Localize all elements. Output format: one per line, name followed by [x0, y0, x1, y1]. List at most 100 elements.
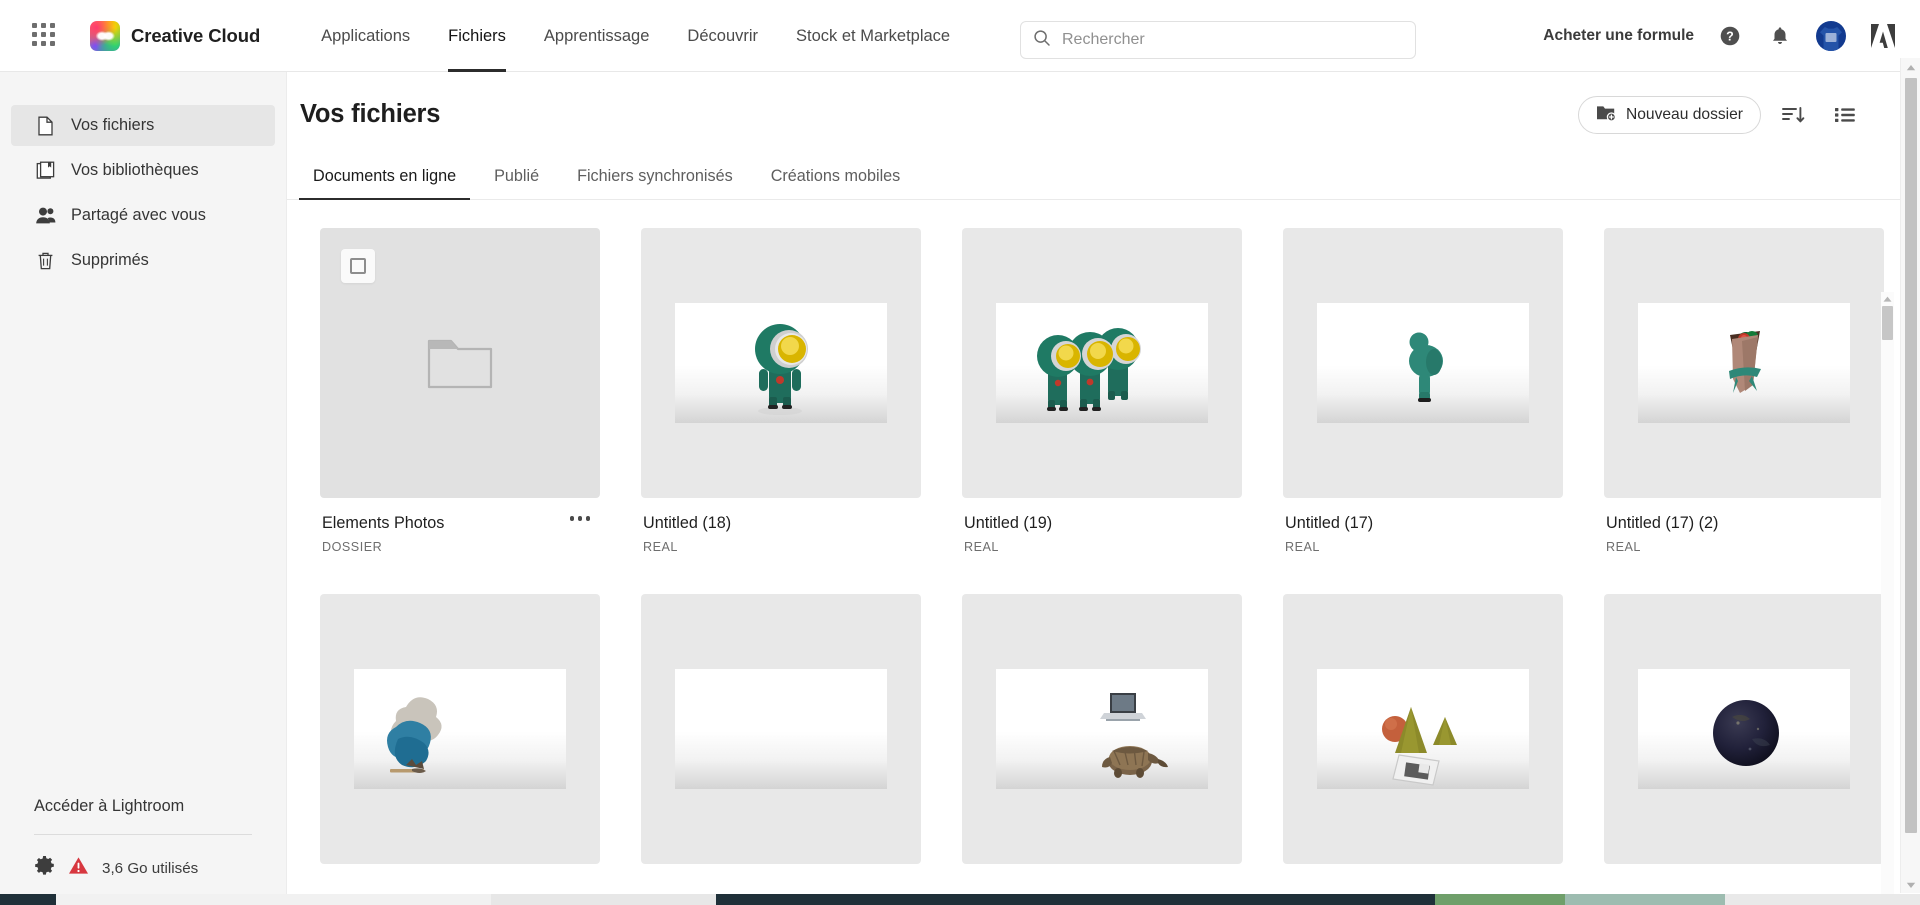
- file-thumbnail[interactable]: [641, 228, 921, 498]
- people-icon: [35, 205, 56, 226]
- sidebar-footer: Accéder à Lightroom 3,6 Go utilisés: [0, 797, 286, 881]
- file-name: Untitled (19): [964, 514, 1053, 532]
- warning-triangle-icon: [68, 856, 89, 880]
- files-grid: Elements Photos DOSSIER Untitled (18) RE…: [287, 228, 1900, 864]
- app-grid-icon[interactable]: [32, 22, 58, 49]
- new-folder-button[interactable]: Nouveau dossier: [1577, 96, 1761, 134]
- taskbar-segment: [1565, 894, 1725, 905]
- sidebar: Vos fichiers Vos bibliothèques Partagé a…: [0, 72, 287, 905]
- file-preview-image: [996, 303, 1208, 423]
- file-type: REAL: [1285, 540, 1320, 554]
- bell-icon[interactable]: [1766, 22, 1794, 50]
- gear-icon[interactable]: [34, 855, 55, 881]
- file-card[interactable]: [320, 594, 600, 864]
- tab-creations-mobiles[interactable]: Créations mobiles: [757, 167, 915, 199]
- creative-cloud-files-page: Creative Cloud Applications Fichiers App…: [0, 0, 1920, 905]
- search-box[interactable]: [1020, 21, 1416, 59]
- sort-icon[interactable]: [1773, 96, 1813, 134]
- brand-home-link[interactable]: Creative Cloud: [90, 20, 260, 51]
- taskbar-segment: [56, 894, 491, 905]
- content-scrollbar[interactable]: [1881, 292, 1894, 905]
- nav-item-applications[interactable]: Applications: [302, 0, 429, 72]
- sidebar-nav: Vos fichiers Vos bibliothèques Partagé a…: [0, 72, 286, 281]
- scroll-up-arrow-icon[interactable]: [1882, 292, 1893, 303]
- file-name: Untitled (17): [1285, 514, 1374, 532]
- astronaut-single-art: [755, 324, 808, 415]
- search-container: [1020, 21, 1416, 59]
- page-header: Vos fichiers Nouveau dossier: [287, 72, 1900, 134]
- file-card[interactable]: Untitled (18) REAL: [641, 228, 921, 554]
- file-meta: Elements Photos DOSSIER: [320, 498, 600, 554]
- new-folder-icon: [1596, 104, 1617, 126]
- file-preview-image: [675, 669, 887, 789]
- browser-scrollbar-thumb[interactable]: [1905, 78, 1917, 833]
- help-circle-icon[interactable]: ?: [1716, 22, 1744, 50]
- file-thumbnail[interactable]: [1604, 228, 1884, 498]
- scroll-down-arrow-icon[interactable]: [1905, 878, 1917, 890]
- page-toolbar: Nouveau dossier: [1577, 96, 1865, 134]
- lightroom-link[interactable]: Accéder à Lightroom: [34, 797, 252, 816]
- tab-fichiers-synchronises[interactable]: Fichiers synchronisés: [563, 167, 747, 199]
- file-card[interactable]: Untitled (17) (2) REAL: [1604, 228, 1884, 554]
- files-scroll-area: Elements Photos DOSSIER Untitled (18) RE…: [287, 200, 1900, 864]
- buy-plan-link[interactable]: Acheter une formule: [1543, 27, 1694, 45]
- sidebar-item-partage-avec-vous[interactable]: Partagé avec vous: [11, 195, 275, 236]
- file-overflow-menu[interactable]: [569, 516, 590, 521]
- file-card-folder[interactable]: Elements Photos DOSSIER: [320, 228, 600, 554]
- cloud-tree-art: [387, 697, 442, 773]
- nav-item-decouvrir[interactable]: Découvrir: [668, 0, 777, 72]
- main-nav: Applications Fichiers Apprentissage Déco…: [302, 0, 969, 72]
- nav-item-fichiers[interactable]: Fichiers: [429, 0, 525, 72]
- file-name: Untitled (17) (2): [1606, 514, 1719, 532]
- nav-item-stock-marketplace[interactable]: Stock et Marketplace: [777, 0, 969, 72]
- sidebar-item-vos-bibliotheques[interactable]: Vos bibliothèques: [11, 150, 275, 191]
- sidebar-item-supprimes[interactable]: Supprimés: [11, 240, 275, 281]
- file-thumbnail[interactable]: [962, 228, 1242, 498]
- storage-status: 3,6 Go utilisés: [34, 855, 252, 881]
- file-card[interactable]: Untitled (17) REAL: [1283, 228, 1563, 554]
- file-meta: Untitled (18) REAL: [641, 498, 921, 554]
- file-thumbnail[interactable]: [1283, 228, 1563, 498]
- sidebar-item-label: Vos bibliothèques: [71, 161, 199, 179]
- file-card[interactable]: [962, 594, 1242, 864]
- nav-item-apprentissage[interactable]: Apprentissage: [525, 0, 669, 72]
- new-folder-label: Nouveau dossier: [1625, 106, 1743, 123]
- scroll-up-arrow-icon[interactable]: [1905, 61, 1917, 73]
- file-tabs: Documents en ligne Publié Fichiers synch…: [287, 157, 1900, 200]
- sidebar-item-label: Partagé avec vous: [71, 206, 206, 224]
- content-scrollbar-thumb[interactable]: [1882, 306, 1893, 340]
- user-avatar[interactable]: [1816, 21, 1846, 51]
- library-icon: [35, 160, 56, 181]
- file-card[interactable]: [1283, 594, 1563, 864]
- sidebar-item-vos-fichiers[interactable]: Vos fichiers: [11, 105, 275, 146]
- file-thumbnail[interactable]: [1604, 594, 1884, 864]
- file-thumbnail[interactable]: [641, 594, 921, 864]
- creative-cloud-logo-icon: [90, 20, 120, 51]
- sidebar-item-label: Supprimés: [71, 251, 149, 269]
- search-input[interactable]: [1062, 31, 1403, 49]
- file-name: Untitled (18): [643, 514, 732, 532]
- adobe-logo-icon[interactable]: [1868, 22, 1898, 50]
- tab-documents-en-ligne[interactable]: Documents en ligne: [299, 167, 471, 200]
- file-thumbnail[interactable]: [320, 228, 600, 498]
- file-card[interactable]: [1604, 594, 1884, 864]
- taskbar-segment: [491, 894, 716, 905]
- folder-icon: [427, 339, 493, 389]
- file-card[interactable]: Untitled (19) REAL: [962, 228, 1242, 554]
- file-thumbnail[interactable]: [1283, 594, 1563, 864]
- file-preview-image: [996, 669, 1208, 789]
- file-preview-image: [1638, 669, 1850, 789]
- document-icon: [35, 115, 56, 136]
- file-thumbnail[interactable]: [962, 594, 1242, 864]
- browser-scrollbar[interactable]: [1900, 58, 1920, 893]
- figure-back-art: [1409, 332, 1443, 402]
- os-taskbar: [0, 894, 1920, 905]
- tab-publie[interactable]: Publié: [480, 167, 553, 199]
- list-view-icon[interactable]: [1825, 96, 1865, 134]
- file-thumbnail[interactable]: [320, 594, 600, 864]
- main-content: Vos fichiers Nouveau dossier Documents e…: [287, 72, 1900, 905]
- file-meta: Untitled (17) REAL: [1283, 498, 1563, 554]
- file-preview-image: [1317, 303, 1529, 423]
- select-checkbox[interactable]: [341, 249, 375, 283]
- file-card[interactable]: [641, 594, 921, 864]
